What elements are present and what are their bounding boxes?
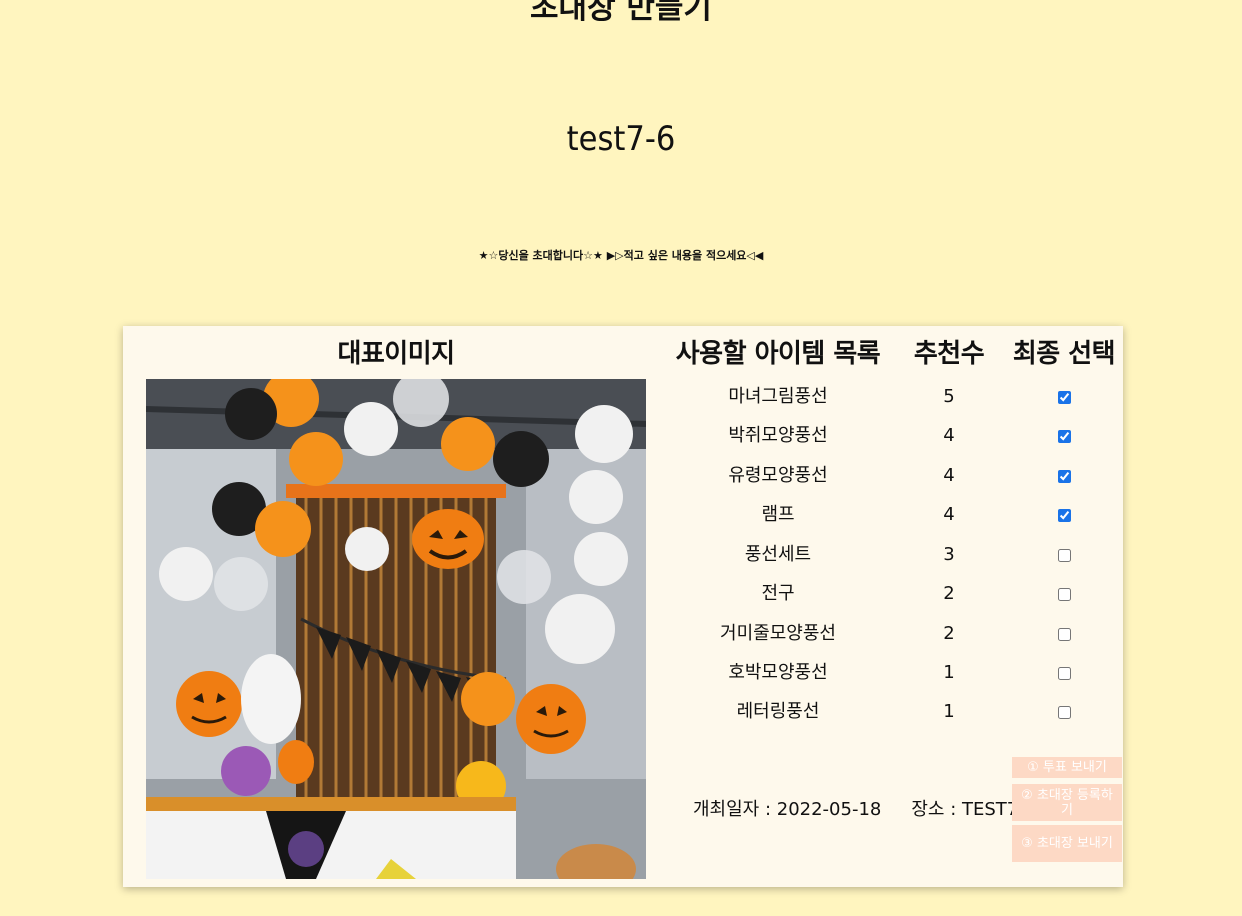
item-count: 2 <box>943 583 955 604</box>
halloween-decoration-photo <box>146 379 646 879</box>
item-count: 1 <box>943 662 955 683</box>
item-name: 유령모양풍선 <box>728 465 828 486</box>
item-name: 박쥐모양풍선 <box>728 425 828 446</box>
item-select-checkbox[interactable] <box>1057 430 1071 443</box>
item-row: 램프 4 <box>663 495 1123 534</box>
count-column-header: 추천수 <box>913 339 985 369</box>
item-row: 전구 2 <box>663 574 1123 613</box>
item-name: 전구 <box>761 583 795 604</box>
representative-image <box>146 379 646 879</box>
page-heading: 초대장 만들기 <box>530 0 712 26</box>
register-invitation-button[interactable]: ② 초대장 등록하기 <box>1012 784 1122 821</box>
invitation-card: 대표이미지 사용할 아이템 목록 추천수 최종 선택 마녀그림풍선 5 박쥐모양… <box>123 326 1123 887</box>
item-select-checkbox[interactable] <box>1057 391 1071 404</box>
item-column-header: 사용할 아이템 목록 <box>675 339 881 369</box>
item-count: 4 <box>943 504 955 525</box>
item-row: 마녀그림풍선 5 <box>663 377 1123 416</box>
image-column-header: 대표이미지 <box>337 339 455 369</box>
send-invitation-button[interactable]: ③ 초대장 보내기 <box>1012 825 1122 862</box>
event-title: test7-6 <box>566 119 676 159</box>
item-select-checkbox[interactable] <box>1057 470 1071 483</box>
item-row: 풍선세트 3 <box>663 535 1123 574</box>
item-name: 마녀그림풍선 <box>728 386 828 407</box>
invite-message: ★☆당신을 초대합니다☆★ ▶▷적고 싶은 내용을 적으세요◁◀ <box>478 249 764 262</box>
select-column-header: 최종 선택 <box>1012 339 1116 369</box>
item-count: 1 <box>943 701 955 722</box>
send-vote-button[interactable]: ① 투표 보내기 <box>1012 757 1122 778</box>
item-count: 3 <box>943 544 955 565</box>
item-name: 거미줄모양풍선 <box>720 623 836 644</box>
item-count: 4 <box>943 425 955 446</box>
item-count: 5 <box>943 386 955 407</box>
item-row: 호박모양풍선 1 <box>663 653 1123 692</box>
item-row: 거미줄모양풍선 2 <box>663 614 1123 653</box>
item-name: 램프 <box>761 504 795 525</box>
item-select-checkbox[interactable] <box>1057 509 1071 522</box>
item-name: 레터링풍선 <box>736 701 820 722</box>
item-select-checkbox[interactable] <box>1057 667 1071 680</box>
event-info: 개최일자 : 2022-05-18 장소 : TEST7-6 <box>693 796 1036 824</box>
item-select-checkbox[interactable] <box>1057 706 1071 719</box>
item-name: 호박모양풍선 <box>728 662 828 683</box>
item-count: 4 <box>943 465 955 486</box>
item-row: 유령모양풍선 4 <box>663 456 1123 495</box>
event-date: 개최일자 : 2022-05-18 <box>693 799 882 820</box>
item-count: 2 <box>943 623 955 644</box>
item-select-checkbox[interactable] <box>1057 628 1071 641</box>
item-select-checkbox[interactable] <box>1057 549 1071 562</box>
item-row: 레터링풍선 1 <box>663 692 1123 731</box>
item-name: 풍선세트 <box>744 544 812 565</box>
item-select-checkbox[interactable] <box>1057 588 1071 601</box>
item-row: 박쥐모양풍선 4 <box>663 416 1123 455</box>
